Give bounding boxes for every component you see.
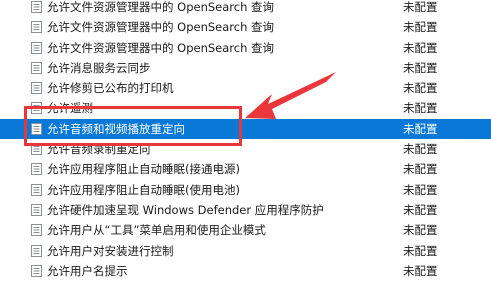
setting-state: 未配置 xyxy=(403,60,438,75)
setting-state: 未配置 xyxy=(403,162,438,177)
setting-state: 未配置 xyxy=(403,0,438,14)
setting-name: 允许消息服务云同步 xyxy=(47,60,151,75)
setting-row[interactable]: 允许应用程序阻止自动睡眠(使用电池) 未配置 xyxy=(0,180,491,200)
setting-row[interactable]: 允许修剪已公布的打印机 未配置 xyxy=(0,78,491,98)
setting-row[interactable]: 允许应用程序阻止自动睡眠(接通电源) 未配置 xyxy=(0,159,491,179)
policy-settings-window: 允许文件资源管理器中的 OpenSearch 查询 未配置 允许文件资源管理器中… xyxy=(0,0,491,287)
setting-state: 未配置 xyxy=(403,101,438,116)
setting-row[interactable]: 允许用户对安装进行控制 未配置 xyxy=(0,241,491,261)
policy-setting-icon xyxy=(31,143,42,156)
setting-row[interactable]: 允许文件资源管理器中的 OpenSearch 查询 未配置 xyxy=(0,17,491,37)
setting-name: 允许文件资源管理器中的 OpenSearch 查询 xyxy=(47,0,275,14)
policy-setting-icon xyxy=(31,244,42,257)
policy-setting-icon xyxy=(31,122,42,135)
policy-setting-icon xyxy=(31,183,42,196)
setting-name: 允许遥测 xyxy=(47,101,93,116)
setting-row[interactable]: 允许用户名提示 未配置 xyxy=(0,261,491,281)
setting-name: 允许文件资源管理器中的 OpenSearch 查询 xyxy=(47,40,275,55)
setting-row[interactable]: 允许音频录制重定向 未配置 xyxy=(0,139,491,159)
setting-name: 允许硬件加速呈现 Windows Defender 应用程序防护 xyxy=(47,202,324,217)
setting-name: 允许应用程序阻止自动睡眠(使用电池) xyxy=(47,182,240,197)
setting-state: 未配置 xyxy=(403,40,438,55)
setting-name: 允许音频和视频播放重定向 xyxy=(47,121,185,136)
setting-row[interactable]: 允许消息服务云同步 未配置 xyxy=(0,58,491,78)
setting-row[interactable]: 允许硬件加速呈现 Windows Defender 应用程序防护 未配置 xyxy=(0,200,491,220)
setting-row-selected[interactable]: 允许音频和视频播放重定向 未配置 xyxy=(0,118,491,140)
setting-name: 允许修剪已公布的打印机 xyxy=(47,81,174,96)
policy-setting-icon xyxy=(31,41,42,54)
setting-name: 允许用户名提示 xyxy=(47,263,128,278)
setting-name: 允许应用程序阻止自动睡眠(接通电源) xyxy=(47,162,240,177)
setting-row[interactable]: 允许用户从“工具”菜单启用和使用企业模式 未配置 xyxy=(0,220,491,240)
setting-state: 未配置 xyxy=(403,81,438,96)
policy-setting-icon xyxy=(31,224,42,237)
setting-state: 未配置 xyxy=(403,142,438,157)
policy-setting-icon xyxy=(31,102,42,115)
policy-setting-icon xyxy=(31,1,42,13)
policy-setting-icon xyxy=(31,21,42,34)
setting-name: 允许用户对安装进行控制 xyxy=(47,243,174,258)
policy-settings-list: 允许文件资源管理器中的 OpenSearch 查询 未配置 允许文件资源管理器中… xyxy=(0,0,491,281)
policy-setting-icon xyxy=(31,163,42,176)
setting-row[interactable]: 允许遥测 未配置 xyxy=(0,98,491,118)
setting-state: 未配置 xyxy=(403,182,438,197)
setting-state: 未配置 xyxy=(403,20,438,35)
setting-name: 允许用户从“工具”菜单启用和使用企业模式 xyxy=(47,223,266,238)
policy-setting-icon xyxy=(31,203,42,216)
setting-name: 允许音频录制重定向 xyxy=(47,142,151,157)
setting-state: 未配置 xyxy=(403,202,438,217)
policy-setting-icon xyxy=(31,82,42,95)
policy-setting-icon xyxy=(31,264,42,277)
setting-name: 允许文件资源管理器中的 OpenSearch 查询 xyxy=(47,20,275,35)
setting-state: 未配置 xyxy=(403,121,438,136)
setting-state: 未配置 xyxy=(403,243,438,258)
setting-row[interactable]: 允许文件资源管理器中的 OpenSearch 查询 未配置 xyxy=(0,38,491,58)
policy-setting-icon xyxy=(31,61,42,74)
setting-state: 未配置 xyxy=(403,263,438,278)
setting-row[interactable]: 允许文件资源管理器中的 OpenSearch 查询 未配置 xyxy=(0,0,491,17)
setting-state: 未配置 xyxy=(403,223,438,238)
